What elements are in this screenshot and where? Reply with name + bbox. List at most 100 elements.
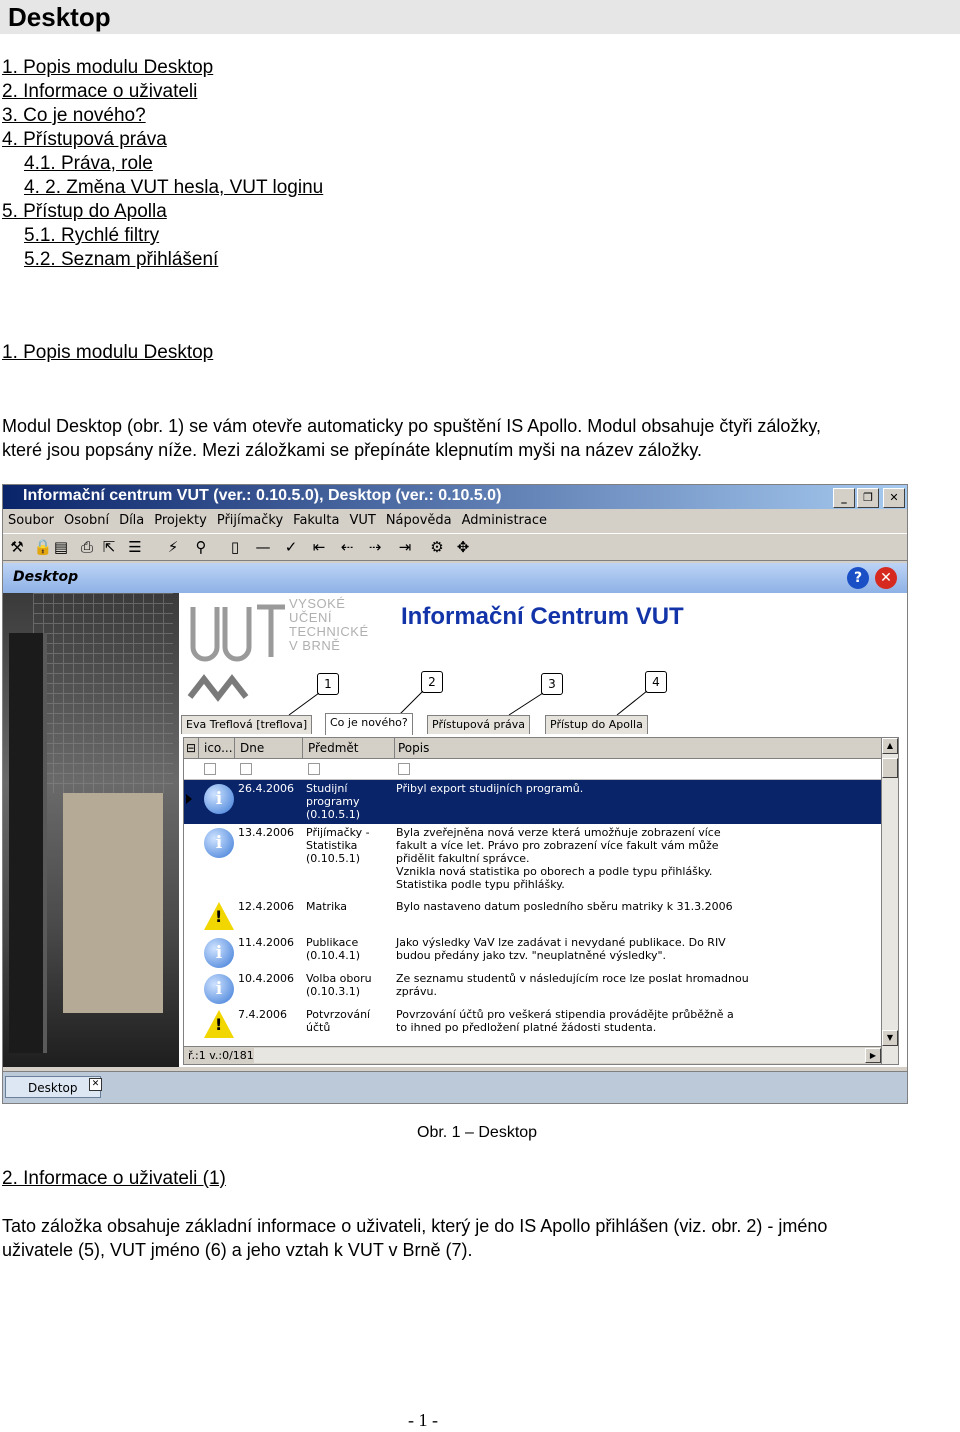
menu-item[interactable]: Nápověda xyxy=(381,510,457,531)
column-header-subject[interactable]: Předmět xyxy=(304,738,395,758)
gears-icon[interactable]: ⚙ xyxy=(427,537,447,557)
prev-icon[interactable]: ⇠ xyxy=(337,537,357,557)
filter-checkbox[interactable] xyxy=(204,763,216,775)
column-header-icon[interactable]: ico... xyxy=(200,738,235,758)
page-icon[interactable]: ▯ xyxy=(225,537,245,557)
row-description-line: Bylo nastaveno datum posledního sběru ma… xyxy=(396,900,733,913)
menu-item[interactable]: Osobní xyxy=(59,510,114,531)
taskbar-desktop-label: Desktop xyxy=(28,1081,78,1095)
toc-link[interactable]: 4. 2. Změna VUT hesla, VUT loginu xyxy=(2,176,323,200)
section1-heading[interactable]: 1. Popis modulu Desktop xyxy=(2,342,213,364)
scroll-up-button[interactable]: ▲ xyxy=(882,738,898,754)
binoculars-icon[interactable]: ⚲ xyxy=(191,537,211,557)
row-subject: Přijímačky - Statistika (0.10.5.1) xyxy=(306,826,370,865)
table-row[interactable]: ! 7.4.2006 Potvrzování účtů Povrzování účtů … xyxy=(184,1006,884,1046)
next-icon[interactable]: ⇢ xyxy=(365,537,385,557)
row-description-line: Jako výsledky VaV lze zadávat i nevydané… xyxy=(396,936,726,949)
column-header-date[interactable]: Dne xyxy=(236,738,303,758)
row-subject-line: (0.10.5.1) xyxy=(306,808,361,821)
menu-item[interactable]: Díla xyxy=(114,510,149,531)
folder-icon[interactable]: ▤ xyxy=(51,537,71,557)
menu-item[interactable]: VUT xyxy=(344,510,380,531)
close-icon[interactable]: ✕ xyxy=(89,1078,102,1091)
toc-link[interactable]: 5.2. Seznam přihlášení xyxy=(2,248,323,272)
help-button[interactable]: ? xyxy=(847,567,869,589)
toolbar: ⚒ 🔒 ▤ ⎙ ⇱ ☰ ⚡ ⚲ ▯ — ✓ ⇤ ⇠ ⇢ ⇥ ⚙ ✥ xyxy=(3,533,907,561)
minus-icon[interactable]: — xyxy=(253,537,273,557)
desktop-tabs: Eva Treflová [treflova] Co je nového? Př… xyxy=(179,713,907,735)
desktop-header: Desktop ? ✕ xyxy=(3,563,907,594)
table-row[interactable]: i 13.4.2006 Přijímačky - Statistika (0.10.5.… xyxy=(184,824,884,898)
last-icon[interactable]: ⇥ xyxy=(395,537,415,557)
row-subject-line: Matrika xyxy=(306,900,348,913)
callout-1: 1 xyxy=(317,673,339,695)
printer-icon[interactable]: ⎙ xyxy=(77,537,97,557)
row-description-line: to ihned po předložení platné žádosti st… xyxy=(396,1021,657,1034)
row-description-line: budou předány jako tzv. "neuplatněné výs… xyxy=(396,949,667,962)
row-pointer-icon xyxy=(186,794,192,804)
callout-2: 2 xyxy=(421,671,443,693)
scroll-down-button[interactable]: ▼ xyxy=(882,1030,898,1046)
row-subject-line: účtů xyxy=(306,1021,331,1034)
section2-heading[interactable]: 2. Informace o uživateli (1) xyxy=(2,1168,226,1190)
table-row[interactable]: i 11.4.2006 Publikace (0.10.4.1) Jako výsled… xyxy=(184,934,884,970)
check-icon[interactable]: ✓ xyxy=(281,537,301,557)
first-icon[interactable]: ⇤ xyxy=(309,537,329,557)
close-desktop-button[interactable]: ✕ xyxy=(875,567,897,589)
row-subject-line: Přijímačky - xyxy=(306,826,370,839)
warning-icon-mark: ! xyxy=(215,907,223,926)
filter-checkbox[interactable] xyxy=(398,763,410,775)
filter-checkbox[interactable] xyxy=(308,763,320,775)
menu-item[interactable]: Administrace xyxy=(457,510,552,531)
move-icon[interactable]: ✥ xyxy=(453,537,473,557)
lightning-icon[interactable]: ⚡ xyxy=(163,537,183,557)
filter-checkbox[interactable] xyxy=(240,763,252,775)
row-subject-line: Studijní xyxy=(306,782,348,795)
taskbar-desktop-item[interactable]: Desktop xyxy=(5,1076,101,1098)
toc-link[interactable]: 5.1. Rychlé filtry xyxy=(2,224,323,248)
toc-link[interactable]: 5. Přístup do Apolla xyxy=(2,200,323,224)
table-row[interactable]: i 26.4.2006 Studijní programy (0.10.5.1) Přib… xyxy=(184,780,884,824)
close-window-button[interactable]: ✕ xyxy=(883,488,905,508)
tab-access-rights[interactable]: Přístupová práva xyxy=(427,715,530,734)
menu-item[interactable]: Fakulta xyxy=(288,510,344,531)
row-description-line: Vznikla nová statistika po oborech a pod… xyxy=(396,865,713,878)
tab-whats-new[interactable]: Co je nového? xyxy=(325,713,413,735)
university-name-line: TECHNICKÉ xyxy=(289,624,369,639)
toc-link[interactable]: 1. Popis modulu Desktop xyxy=(2,56,323,80)
menu-item[interactable]: Soubor xyxy=(3,510,59,531)
horizontal-scrollbar[interactable]: ▶ xyxy=(254,1048,881,1063)
warning-icon-mark: ! xyxy=(215,1015,223,1034)
row-date: 26.4.2006 xyxy=(238,782,294,795)
tools-icon[interactable]: ⚒ xyxy=(7,537,27,557)
filter-row xyxy=(184,759,884,780)
table-row[interactable]: ! 12.4.2006 Matrika Bylo nastaveno datum po… xyxy=(184,898,884,934)
list-icon[interactable]: ☰ xyxy=(125,537,145,557)
scroll-thumb[interactable] xyxy=(882,758,898,778)
tab-user-info[interactable]: Eva Treflová [treflova] xyxy=(181,715,313,734)
figure-caption: Obr. 1 – Desktop xyxy=(417,1124,538,1141)
section1-paragraph-line1: Modul Desktop (obr. 1) se vám otevře aut… xyxy=(2,416,822,436)
export-icon[interactable]: ⇱ xyxy=(99,537,119,557)
row-date: 7.4.2006 xyxy=(238,1008,287,1021)
row-description: Jako výsledky VaV lze zadávat i nevydané… xyxy=(396,936,726,962)
minimize-button[interactable]: _ xyxy=(833,488,855,508)
maximize-button[interactable]: ❐ xyxy=(857,488,879,508)
vertical-scrollbar[interactable]: ▲ ▼ xyxy=(881,738,898,1064)
column-header-description[interactable]: Popis xyxy=(394,738,884,758)
table-row[interactable]: i 10.4.2006 Volba oboru (0.10.3.1) Ze seznam… xyxy=(184,970,884,1006)
lock-icon[interactable]: 🔒 xyxy=(33,537,53,557)
menu-item[interactable]: Projekty xyxy=(149,510,212,531)
toc-link[interactable]: 3. Co je nového? xyxy=(2,104,323,128)
toc-link[interactable]: 4. Přístupová práva xyxy=(2,128,323,152)
tab-apollo-access[interactable]: Přístup do Apolla xyxy=(545,715,648,734)
collapse-toggle[interactable]: ⊟ xyxy=(184,738,199,758)
row-description-line: Byla zveřejněna nová verze která umožňuj… xyxy=(396,826,721,839)
section2-paragraph-line1: Tato záložka obsahuje základní informace… xyxy=(2,1216,828,1236)
scroll-right-button[interactable]: ▶ xyxy=(865,1048,881,1063)
row-subject-line: (0.10.3.1) xyxy=(306,985,361,998)
toc-link[interactable]: 2. Informace o uživateli xyxy=(2,80,323,104)
menu-item[interactable]: Přijímačky xyxy=(212,510,288,531)
toc-link[interactable]: 4.1. Práva, role xyxy=(2,152,323,176)
page-number: - 1 - xyxy=(408,1410,438,1430)
